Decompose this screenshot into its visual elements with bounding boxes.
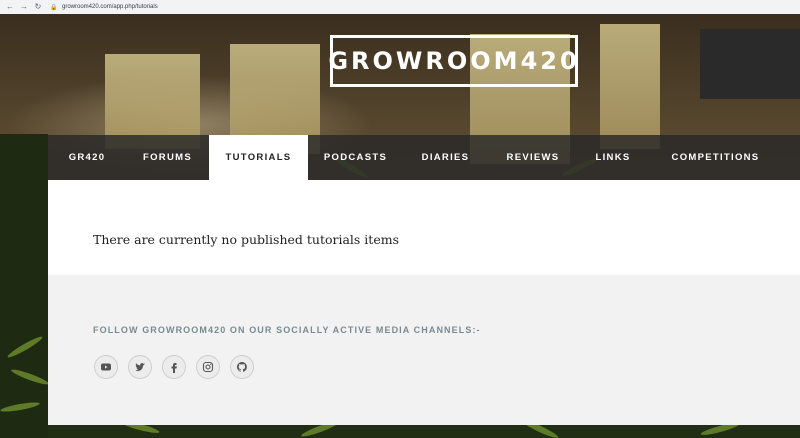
twitter-icon [135, 363, 145, 371]
arrow-right-icon[interactable]: → [20, 3, 28, 11]
github-button[interactable] [230, 355, 254, 379]
site-logo[interactable]: GROWROOM420 [328, 35, 580, 87]
instagram-button[interactable] [196, 355, 220, 379]
github-icon [237, 362, 247, 372]
facebook-icon [171, 363, 177, 373]
reload-icon[interactable]: ↻ [34, 3, 42, 11]
instagram-icon [202, 361, 214, 373]
arrow-left-icon[interactable]: ← [6, 3, 14, 11]
main-nav: GR420 FORUMS TUTORIALS PODCASTS DIARIES … [48, 135, 800, 180]
twitter-button[interactable] [128, 355, 152, 379]
follow-heading: FOLLOW GROWROOM420 ON OUR SOCIALLY ACTIV… [93, 325, 481, 335]
nav-item-podcasts[interactable]: PODCASTS [308, 135, 403, 180]
site-logo-text: GROWROOM420 [328, 47, 580, 75]
nav-item-diaries[interactable]: DIARIES [403, 135, 488, 180]
facebook-button[interactable] [162, 355, 186, 379]
address-bar[interactable]: growroom420.com/app.php/tutorials [62, 4, 158, 10]
lock-icon[interactable]: 🔒 [50, 4, 57, 11]
youtube-button[interactable] [94, 355, 118, 379]
nav-item-tutorials[interactable]: TUTORIALS [209, 135, 308, 180]
nav-item-reviews[interactable]: REVIEWS [488, 135, 578, 180]
main-content: There are currently no published tutoria… [48, 180, 800, 275]
nav-item-links[interactable]: LINKS [578, 135, 648, 180]
nav-item-gr420[interactable]: GR420 [48, 135, 126, 180]
youtube-icon [101, 363, 111, 371]
social-links [94, 355, 254, 379]
browser-toolbar: ← → ↻ 🔒 growroom420.com/app.php/tutorial… [0, 0, 800, 15]
footer: FOLLOW GROWROOM420 ON OUR SOCIALLY ACTIV… [48, 275, 800, 425]
empty-state-message: There are currently no published tutoria… [93, 232, 399, 247]
nav-item-forums[interactable]: FORUMS [126, 135, 209, 180]
nav-item-competitions[interactable]: COMPETITIONS [648, 135, 783, 180]
